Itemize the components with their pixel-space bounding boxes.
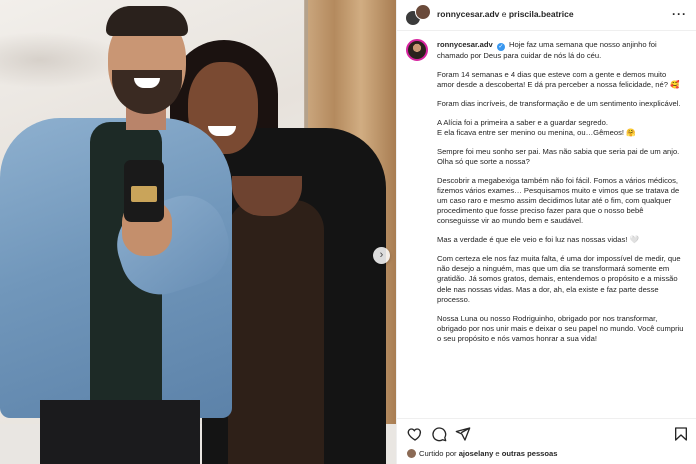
caption-paragraph: Com certeza ele nos faz muita falta, é u… xyxy=(437,254,681,304)
verified-badge-icon: ✓ xyxy=(496,43,505,51)
heart-icon[interactable] xyxy=(407,426,423,442)
share-icon[interactable] xyxy=(455,426,471,442)
carousel-next-button[interactable]: › xyxy=(373,247,390,264)
more-horizontal-icon[interactable]: ··· xyxy=(672,7,687,21)
avatar xyxy=(415,4,431,20)
caption-paragraph: ronnycesar.adv ✓ Hoje faz uma semana que… xyxy=(437,40,685,61)
username-link[interactable]: priscila.beatrice xyxy=(509,9,574,19)
likes-prefix: Curtido por xyxy=(419,449,459,458)
bookmark-icon[interactable] xyxy=(673,426,689,442)
likes-summary: Curtido por ajoselany e outras pessoas xyxy=(407,449,557,458)
caption-area: ronnycesar.adv ✓ Hoje faz uma semana que… xyxy=(397,31,696,416)
avatar xyxy=(407,449,416,458)
avatar[interactable] xyxy=(406,39,428,61)
man-hair xyxy=(106,6,188,36)
post-photo[interactable]: › xyxy=(0,0,396,464)
caption-text: ronnycesar.adv ✓ Hoje faz uma semana que… xyxy=(437,40,685,353)
caption-paragraph: Descobrir a megabexiga também não foi fá… xyxy=(437,175,680,226)
woman-dress xyxy=(228,200,324,464)
likes-joiner: e xyxy=(493,449,502,458)
caption-paragraph: Mas a verdade é que ele veio e foi luz n… xyxy=(437,235,639,245)
username-link[interactable]: ronnycesar.adv xyxy=(437,9,499,19)
likes-others-link[interactable]: outras pessoas xyxy=(502,449,558,458)
collab-usernames: ronnycesar.adv e priscila.beatrice xyxy=(437,9,574,19)
action-bar xyxy=(397,418,696,445)
caption-paragraph: A Alícia foi a primeira a saber e a guar… xyxy=(437,117,636,137)
caption-username[interactable]: ronnycesar.adv xyxy=(437,40,493,49)
liker-username[interactable]: ajoselany xyxy=(459,449,494,458)
phone-case-card xyxy=(131,186,157,202)
comment-icon[interactable] xyxy=(431,426,447,442)
man-pants xyxy=(40,400,200,464)
caption-paragraph: Foram 14 semanas e 4 dias que esteve com… xyxy=(437,69,680,89)
post-side-panel: ronnycesar.adv e priscila.beatrice ··· r… xyxy=(396,0,696,464)
caption-paragraph: Sempre foi meu sonho ser pai. Mas não sa… xyxy=(437,146,680,166)
collab-avatars[interactable] xyxy=(405,4,431,26)
caption-paragraph: Nossa Luna ou nosso Rodriguinho, obrigad… xyxy=(437,313,684,344)
chevron-right-icon: › xyxy=(379,249,384,261)
joiner-text: e xyxy=(499,9,509,19)
post-header: ronnycesar.adv e priscila.beatrice ··· xyxy=(397,0,696,31)
caption-paragraph: Foram dias incríveis, de transformação e… xyxy=(437,98,681,108)
